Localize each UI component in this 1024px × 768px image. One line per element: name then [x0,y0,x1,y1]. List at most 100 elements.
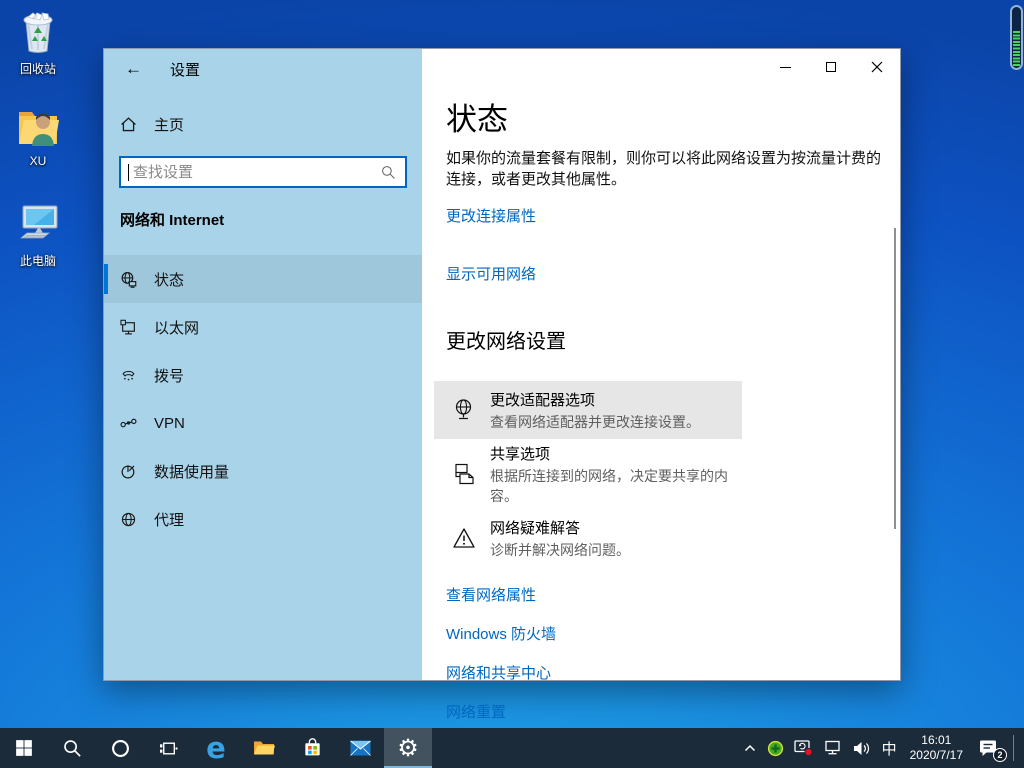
chevron-up-icon [744,744,755,752]
settings-card-list: 更改适配器选项 查看网络适配器并更改连接设置。 共享选项 根据所连接到的网络，决… [434,381,900,567]
tray-network[interactable] [819,728,848,768]
card-subtitle: 诊断并解决网络问题。 [490,541,630,558]
link-view-network-properties[interactable]: 查看网络属性 [446,584,900,604]
sidebar-item-ethernet[interactable]: 以太网 [104,303,422,351]
card-change-adapter-options[interactable]: 更改适配器选项 查看网络适配器并更改连接设置。 [434,381,742,439]
card-title: 网络疑难解答 [490,519,581,537]
vpn-icon [120,418,137,427]
settings-search-box[interactable] [119,156,407,188]
store-button[interactable] [288,728,336,768]
tray-antivirus[interactable] [762,728,789,768]
clock-date: 2020/7/17 [909,748,963,762]
settings-content: 状态 如果你的流量套餐有限制，则你可以将此网络设置为按流量计费的连接，或者更改其… [422,49,900,721]
card-subtitle: 查看网络适配器并更改连接设置。 [490,413,700,430]
sidebar-item-label: 数据使用量 [154,463,230,481]
taskbar-clock[interactable]: 16:01 2020/7/17 [902,733,971,763]
search-input[interactable] [129,163,381,181]
sidebar-home-label: 主页 [154,116,185,134]
sidebar-item-vpn[interactable]: VPN [104,399,422,447]
back-button[interactable]: ← [125,59,143,79]
clock-time: 16:01 [921,733,952,747]
sidebar-item-proxy[interactable]: 代理 [104,495,422,543]
link-change-connection-properties[interactable]: 更改连接属性 [446,205,900,226]
sidebar-item-home[interactable]: 主页 [104,111,422,137]
edge-button[interactable]: e [192,728,240,768]
link-show-available-networks[interactable]: 显示可用网络 [446,263,900,284]
adapter-globe-icon [451,398,477,422]
tray-volume[interactable] [848,728,877,768]
status-globe-icon [121,271,137,288]
settings-taskbar-button[interactable]: ⚙ [384,728,432,768]
link-network-sharing-center[interactable]: 网络和共享中心 [446,662,900,682]
sharing-options-icon [451,462,477,486]
minimize-button[interactable] [762,49,808,85]
network-icon [824,740,840,755]
file-explorer-button[interactable] [240,728,288,768]
desktop-icon-recycle-bin[interactable]: 回收站 [0,8,76,77]
taskbar-search-button[interactable] [48,728,96,768]
sidebar-section-header: 网络和 Internet [120,212,225,229]
system-tray: 中 16:01 2020/7/17 2 [738,728,1024,768]
window-controls [762,49,900,85]
tray-chevron-up[interactable] [738,728,762,768]
card-title: 更改适配器选项 [490,391,596,409]
windows-logo-icon [16,740,32,756]
task-view-button[interactable] [144,728,192,768]
start-button[interactable] [0,728,48,768]
action-center-button[interactable]: 2 [971,728,1007,768]
home-icon [121,116,136,131]
desktop-icon-label: XU [29,154,47,168]
task-view-icon [159,742,178,754]
page-description: 如果你的流量套餐有限制，则你可以将此网络设置为按流量计费的连接，或者更改其他属性… [446,150,882,188]
tray-update-notifier[interactable] [789,728,819,768]
card-network-troubleshooter[interactable]: 网络疑难解答 诊断并解决网络问题。 [434,509,742,567]
mail-button[interactable] [336,728,384,768]
screen-update-icon [793,740,813,757]
sidebar-item-label: 代理 [154,511,185,529]
bottom-links: 查看网络属性 Windows 防火墙 网络和共享中心 网络重置 [446,584,900,721]
close-icon [871,61,883,73]
desktop-icon-this-pc[interactable]: 此电脑 [0,200,76,269]
card-title: 共享选项 [490,445,551,463]
desktop-icon-label: 此电脑 [19,254,56,268]
sidebar-item-label: 以太网 [154,319,200,337]
sidebar-item-data-usage[interactable]: 数据使用量 [104,447,422,495]
titlebar: ← 设置 [104,49,422,89]
cortana-icon [111,739,129,757]
store-icon [304,738,320,756]
mail-icon [349,740,371,756]
link-network-reset[interactable]: 网络重置 [446,701,900,721]
card-sharing-options[interactable]: 共享选项 根据所连接到的网络，决定要共享的内容。 [434,445,742,504]
section-title: 更改网络设置 [446,331,566,353]
settings-window: ← 设置 主页 网络和 Internet [103,48,901,721]
maximize-button[interactable] [808,49,854,85]
user-folder-icon [0,102,76,150]
sidebar-item-status[interactable]: 状态 [104,255,422,303]
antivirus-shield-icon [767,740,783,756]
link-windows-firewall[interactable]: Windows 防火墙 [446,623,900,643]
file-explorer-icon [254,741,275,755]
edge-icon: e [206,730,226,765]
sidebar-item-label: 状态 [154,271,185,289]
sidebar-item-label: 拨号 [154,367,185,385]
cortana-button[interactable] [96,728,144,768]
page-title: 状态 [446,102,508,137]
dialup-icon [122,370,135,380]
taskbar: e ⚙ 中 16:01 2020/7/17 2 [0,728,1024,768]
search-icon [382,165,395,179]
sidebar-nav: 状态 以太网 拨号 VPN 数据使用量 代理 [104,255,422,543]
close-button[interactable] [854,49,900,85]
notification-badge: 2 [993,748,1007,762]
recycle-bin-icon [0,8,76,56]
volume-level-fill [1013,30,1020,66]
ethernet-icon [120,319,135,334]
desktop-icon-user-folder[interactable]: XU [0,102,76,168]
tray-ime[interactable]: 中 [877,728,902,768]
proxy-globe-icon [121,512,136,526]
settings-sidebar: ← 设置 主页 网络和 Internet [104,49,422,680]
sidebar-item-label: VPN [154,414,185,432]
sidebar-item-dialup[interactable]: 拨号 [104,351,422,399]
tray-divider [1013,735,1014,761]
scrollbar-thumb[interactable] [894,228,896,529]
this-pc-icon [0,200,76,248]
